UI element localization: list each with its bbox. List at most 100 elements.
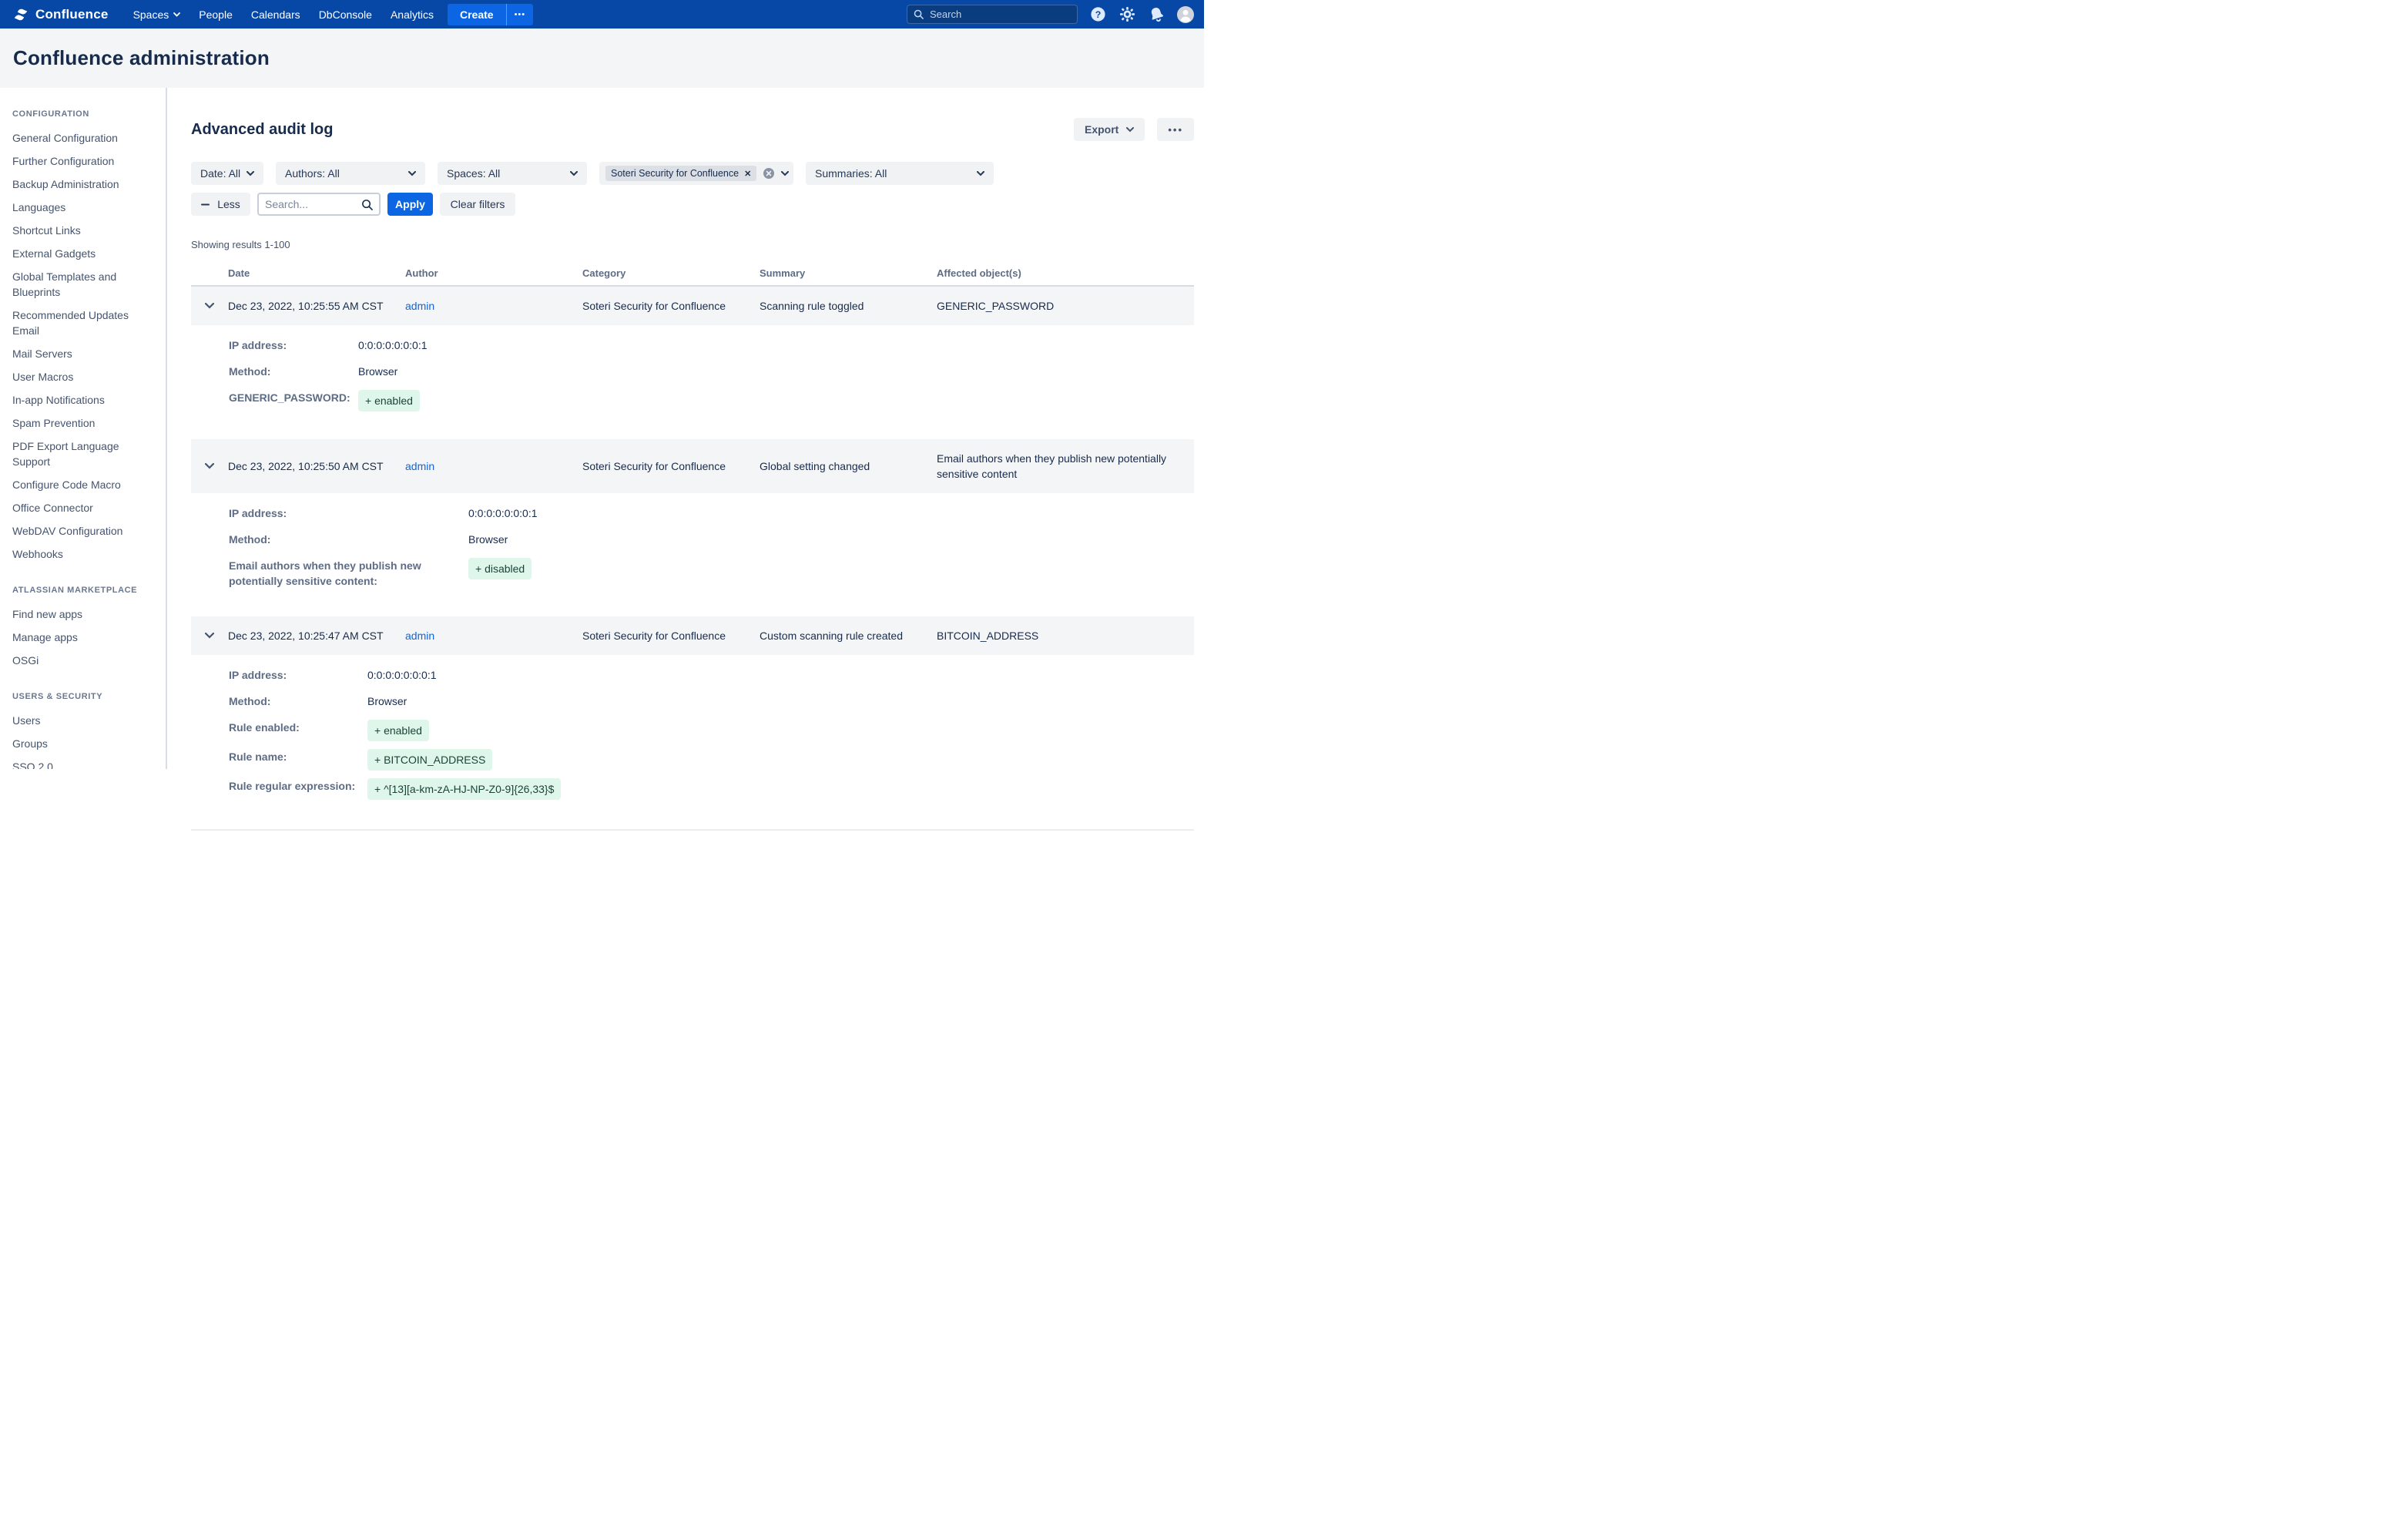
detail-value: 0:0:0:0:0:0:0:1 xyxy=(367,667,437,683)
sidebar-item-webhooks[interactable]: Webhooks xyxy=(12,542,158,566)
export-button[interactable]: Export xyxy=(1074,118,1145,141)
sidebar-item-find-new-apps[interactable]: Find new apps xyxy=(12,603,158,626)
nav-item-people[interactable]: People xyxy=(191,5,240,25)
filter-search-field[interactable] xyxy=(257,193,381,216)
global-search-input[interactable] xyxy=(930,8,1071,20)
detail-label: IP address: xyxy=(229,667,367,683)
nav-menu: Spaces People Calendars DbConsole Analyt… xyxy=(126,5,441,25)
category-filter-dropdown[interactable]: Soteri Security for Confluence ✕ xyxy=(599,162,793,185)
top-navigation: Confluence Spaces People Calendars DbCon… xyxy=(0,0,1204,29)
nav-item-dbconsole[interactable]: DbConsole xyxy=(311,5,380,25)
sidebar-item-shortcut-links[interactable]: Shortcut Links xyxy=(12,219,158,242)
user-avatar[interactable] xyxy=(1176,5,1195,24)
summaries-filter-dropdown[interactable]: Summaries: All xyxy=(806,162,994,185)
sidebar-item-backup-administration[interactable]: Backup Administration xyxy=(12,173,158,196)
spaces-filter-dropdown[interactable]: Spaces: All xyxy=(438,162,587,185)
more-options-button[interactable]: ••• xyxy=(1157,118,1194,141)
create-button[interactable]: Create xyxy=(448,4,506,25)
clear-filters-button[interactable]: Clear filters xyxy=(440,193,515,216)
detail-value: 0:0:0:0:0:0:0:1 xyxy=(468,505,538,521)
category-filter-tag: Soteri Security for Confluence ✕ xyxy=(605,166,756,181)
collapse-row-icon[interactable] xyxy=(191,633,228,639)
section-title: Advanced audit log xyxy=(191,121,333,139)
nav-item-analytics[interactable]: Analytics xyxy=(383,5,441,25)
date-filter-dropdown[interactable]: Date: All xyxy=(191,162,263,185)
row-author-link[interactable]: admin xyxy=(405,630,434,642)
row-category: Soteri Security for Confluence xyxy=(582,628,760,643)
table-row: Dec 23, 2022, 10:25:50 AM CST admin Sote… xyxy=(191,439,1194,493)
change-pill: + ^[13][a-km-zA-HJ-NP-Z0-9]{26,33}$ xyxy=(367,778,561,800)
sidebar-item-global-templates[interactable]: Global Templates and Blueprints xyxy=(12,265,158,304)
chevron-down-icon xyxy=(173,12,180,17)
sidebar-item-osgi[interactable]: OSGi xyxy=(12,649,158,672)
chevron-down-icon xyxy=(570,171,578,176)
collapse-row-icon[interactable] xyxy=(191,463,228,469)
notifications-bell-icon[interactable] xyxy=(1147,5,1165,24)
row-details: IP address: 0:0:0:0:0:0:0:1 Method: Brow… xyxy=(191,493,1194,616)
sidebar-item-office-connector[interactable]: Office Connector xyxy=(12,496,158,519)
remove-tag-icon[interactable]: ✕ xyxy=(744,169,751,179)
row-summary: Custom scanning rule created xyxy=(760,628,937,643)
sidebar-item-manage-apps[interactable]: Manage apps xyxy=(12,626,158,649)
authors-filter-dropdown[interactable]: Authors: All xyxy=(276,162,425,185)
sidebar-section-configuration: CONFIGURATION xyxy=(12,109,158,119)
create-more-button[interactable]: ••• xyxy=(506,4,534,25)
detail-value: Browser xyxy=(468,532,508,547)
collapse-row-icon[interactable] xyxy=(191,303,228,309)
sidebar-item-in-app-notifications[interactable]: In-app Notifications xyxy=(12,388,158,411)
nav-item-calendars[interactable]: Calendars xyxy=(243,5,308,25)
sidebar-item-sso[interactable]: SSO 2.0 xyxy=(12,755,158,769)
change-pill: + enabled xyxy=(358,390,420,411)
apply-button[interactable]: Apply xyxy=(387,193,433,216)
chevron-down-icon xyxy=(977,171,984,176)
detail-value: Browser xyxy=(358,364,397,379)
sidebar-item-groups[interactable]: Groups xyxy=(12,732,158,755)
detail-label: Method: xyxy=(229,364,358,379)
results-count: Showing results 1-100 xyxy=(191,239,1194,250)
sidebar-item-recommended-updates-email[interactable]: Recommended Updates Email xyxy=(12,304,158,342)
detail-label: IP address: xyxy=(229,505,468,521)
col-affected: Affected object(s) xyxy=(937,267,1194,279)
change-pill: + disabled xyxy=(468,558,532,579)
change-pill: + enabled xyxy=(367,720,429,741)
detail-label: Email authors when they publish new pote… xyxy=(229,558,468,589)
main-content: Advanced audit log Export ••• Date: All xyxy=(167,88,1206,769)
row-date: Dec 23, 2022, 10:25:50 AM CST xyxy=(228,458,405,474)
brand-name: Confluence xyxy=(35,7,109,22)
search-icon xyxy=(914,9,924,19)
less-filters-button[interactable]: Less xyxy=(191,193,250,216)
nav-item-spaces[interactable]: Spaces xyxy=(126,5,189,25)
sidebar-item-users[interactable]: Users xyxy=(12,709,158,732)
admin-sidebar: CONFIGURATION General Configuration Furt… xyxy=(0,88,167,769)
confluence-logo[interactable]: Confluence xyxy=(12,6,109,23)
row-affected: Email authors when they publish new pote… xyxy=(937,451,1194,482)
sidebar-item-user-macros[interactable]: User Macros xyxy=(12,365,158,388)
settings-gear-icon[interactable] xyxy=(1118,5,1136,24)
help-icon[interactable]: ? xyxy=(1088,5,1107,24)
global-search[interactable] xyxy=(907,5,1078,24)
row-summary: Scanning rule toggled xyxy=(760,298,937,314)
sidebar-item-external-gadgets[interactable]: External Gadgets xyxy=(12,242,158,265)
col-author: Author xyxy=(405,267,582,279)
col-date: Date xyxy=(228,267,405,279)
row-author-link[interactable]: admin xyxy=(405,460,434,472)
sidebar-item-general-configuration[interactable]: General Configuration xyxy=(12,126,158,149)
sidebar-item-configure-code-macro[interactable]: Configure Code Macro xyxy=(12,473,158,496)
sidebar-item-webdav-configuration[interactable]: WebDAV Configuration xyxy=(12,519,158,542)
sidebar-item-further-configuration[interactable]: Further Configuration xyxy=(12,149,158,173)
detail-label: GENERIC_PASSWORD: xyxy=(229,390,358,405)
sidebar-section-users-security: USERS & SECURITY xyxy=(12,692,158,701)
sidebar-section-marketplace: ATLASSIAN MARKETPLACE xyxy=(12,586,158,595)
sidebar-item-languages[interactable]: Languages xyxy=(12,196,158,219)
sidebar-item-mail-servers[interactable]: Mail Servers xyxy=(12,342,158,365)
row-summary: Global setting changed xyxy=(760,458,937,474)
ellipsis-icon: ••• xyxy=(1168,124,1183,136)
row-affected: GENERIC_PASSWORD xyxy=(937,298,1194,314)
chevron-down-icon xyxy=(247,171,254,176)
row-author-link[interactable]: admin xyxy=(405,300,434,312)
filter-search-input[interactable] xyxy=(265,198,357,210)
clear-selection-icon[interactable] xyxy=(763,167,775,180)
row-details: IP address: 0:0:0:0:0:0:0:1 Method: Brow… xyxy=(191,655,1194,828)
sidebar-item-spam-prevention[interactable]: Spam Prevention xyxy=(12,411,158,435)
sidebar-item-pdf-export-language-support[interactable]: PDF Export Language Support xyxy=(12,435,158,473)
